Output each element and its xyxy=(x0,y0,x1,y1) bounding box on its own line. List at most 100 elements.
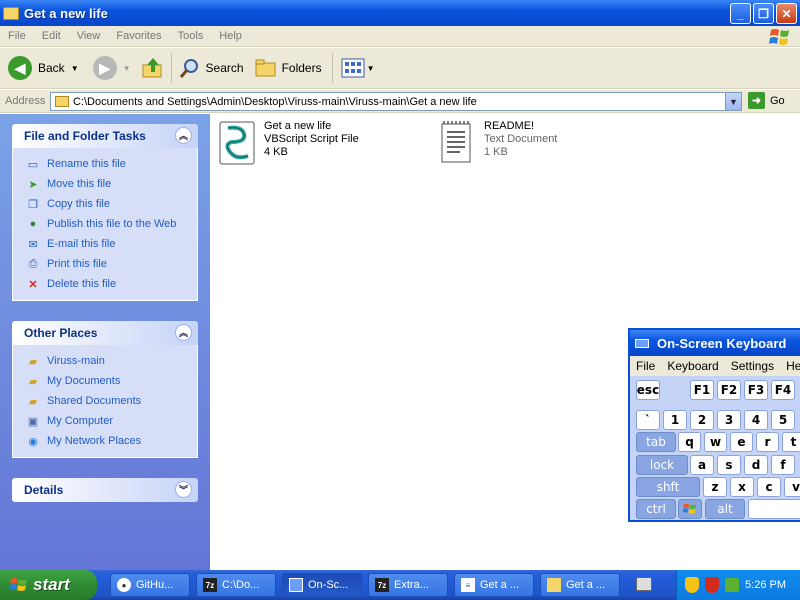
folders-button[interactable]: Folders xyxy=(254,56,322,80)
key-1[interactable]: 1 xyxy=(663,410,687,430)
task-button[interactable]: 7z Extra... xyxy=(368,573,448,597)
maximize-button[interactable]: ❐ xyxy=(753,3,774,24)
place-my-network[interactable]: ◉ My Network Places xyxy=(25,431,197,451)
key-z[interactable]: z xyxy=(703,477,727,497)
task-label: Get a ... xyxy=(480,579,520,591)
key-alt[interactable]: alt xyxy=(705,499,745,519)
file-item[interactable]: README! Text Document 1 KB xyxy=(438,120,557,166)
windows-key-icon[interactable] xyxy=(678,499,702,519)
task-button[interactable]: ≡ Get a ... xyxy=(454,573,534,597)
close-button[interactable]: ✕ xyxy=(776,3,797,24)
forward-button[interactable]: ▶ ▼ xyxy=(92,56,131,80)
start-button[interactable]: start xyxy=(0,570,97,600)
chevron-down-icon[interactable]: ▼ xyxy=(71,64,79,73)
collapse-chevron-icon[interactable]: ︽ xyxy=(175,324,192,341)
expand-chevron-icon[interactable]: ︾ xyxy=(175,481,192,498)
key-f[interactable]: f xyxy=(771,455,795,475)
task-copy[interactable]: ❐ Copy this file xyxy=(25,194,197,214)
file-tasks-header[interactable]: File and Folder Tasks ︽ xyxy=(12,124,198,148)
task-delete[interactable]: ✕ Delete this file xyxy=(25,274,197,294)
key-q[interactable]: q xyxy=(678,432,701,452)
menu-view[interactable]: View xyxy=(69,30,109,42)
task-rename[interactable]: ▭ Rename this file xyxy=(25,154,197,174)
place-my-computer[interactable]: ▣ My Computer xyxy=(25,411,197,431)
key-ctrl[interactable]: ctrl xyxy=(636,499,676,519)
osk-menu-bar: File Keyboard Settings Help xyxy=(630,356,800,376)
address-dropdown-button[interactable]: ▼ xyxy=(725,93,741,110)
place-my-documents[interactable]: ▰ My Documents xyxy=(25,371,197,391)
key-r[interactable]: r xyxy=(756,432,779,452)
key-tab[interactable]: tab xyxy=(636,432,676,452)
key-space[interactable] xyxy=(748,499,800,519)
minimize-button[interactable]: _ xyxy=(730,3,751,24)
document-icon: ≡ xyxy=(461,578,475,592)
key-c[interactable]: c xyxy=(757,477,781,497)
osk-menu-help[interactable]: Help xyxy=(780,359,800,373)
key-lock[interactable]: lock xyxy=(636,455,688,475)
keyboard-tray-icon[interactable] xyxy=(636,577,652,591)
search-button[interactable]: Search xyxy=(178,56,244,80)
go-button[interactable]: ➜ Go xyxy=(748,92,785,109)
key-s[interactable]: s xyxy=(717,455,741,475)
menu-edit[interactable]: Edit xyxy=(34,30,69,42)
osk-title-bar[interactable]: On-Screen Keyboard xyxy=(630,330,800,356)
address-field[interactable]: C:\Documents and Settings\Admin\Desktop\… xyxy=(50,92,742,111)
task-print[interactable]: ⎙ Print this file xyxy=(25,254,197,274)
task-label: Delete this file xyxy=(47,278,117,290)
views-button[interactable]: ▼ xyxy=(341,57,375,79)
7zip-icon: 7z xyxy=(203,578,217,592)
osk-menu-keyboard[interactable]: Keyboard xyxy=(661,359,724,373)
key-a[interactable]: a xyxy=(690,455,714,475)
key-[interactable]: ` xyxy=(636,410,660,430)
file-tasks-list: ▭ Rename this file ➤ Move this file ❐ Copy … xyxy=(12,148,198,301)
osk-menu-file[interactable]: File xyxy=(630,359,661,373)
place-viruss-main[interactable]: ▰ Viruss-main xyxy=(25,351,197,371)
key-t[interactable]: t xyxy=(782,432,800,452)
key-f3[interactable]: F3 xyxy=(744,380,768,400)
windows-flag-icon xyxy=(10,578,27,591)
osk-menu-settings[interactable]: Settings xyxy=(725,359,780,373)
task-button[interactable]: ● GitHu... xyxy=(110,573,190,597)
task-button[interactable]: Get a ... xyxy=(540,573,620,597)
alert-shield-icon[interactable] xyxy=(705,577,719,593)
task-move[interactable]: ➤ Move this file xyxy=(25,174,197,194)
key-3[interactable]: 3 xyxy=(717,410,741,430)
task-button[interactable]: On-Sc... xyxy=(282,573,362,597)
key-x[interactable]: x xyxy=(730,477,754,497)
place-shared-documents[interactable]: ▰ Shared Documents xyxy=(25,391,197,411)
task-label: C:\Do... xyxy=(222,579,260,591)
collapse-chevron-icon[interactable]: ︽ xyxy=(175,127,192,144)
key-5[interactable]: 5 xyxy=(771,410,795,430)
title-bar[interactable]: Get a new life _ ❐ ✕ xyxy=(0,0,800,26)
file-item[interactable]: Get a new life VBScript Script File 4 KB xyxy=(218,120,359,166)
key-shft[interactable]: shft xyxy=(636,477,700,497)
menu-favorites[interactable]: Favorites xyxy=(108,30,169,42)
security-shield-icon[interactable] xyxy=(685,577,699,593)
menu-help[interactable]: Help xyxy=(211,30,250,42)
key-f1[interactable]: F1 xyxy=(690,380,714,400)
key-e[interactable]: e xyxy=(730,432,753,452)
folder-icon: ▰ xyxy=(28,375,38,388)
key-v[interactable]: v xyxy=(784,477,800,497)
task-button[interactable]: 7z C:\Do... xyxy=(196,573,276,597)
key-f4[interactable]: F4 xyxy=(771,380,795,400)
place-label: My Documents xyxy=(47,375,121,387)
key-w[interactable]: w xyxy=(704,432,727,452)
other-places-header[interactable]: Other Places ︽ xyxy=(12,321,198,345)
task-publish[interactable]: ● Publish this file to the Web xyxy=(25,214,197,234)
task-email[interactable]: ✉ E-mail this file xyxy=(25,234,197,254)
back-button[interactable]: ◀ Back ▼ xyxy=(8,56,79,80)
browser-icon: ● xyxy=(117,578,131,592)
menu-tools[interactable]: Tools xyxy=(170,30,212,42)
place-label: My Computer xyxy=(47,415,114,427)
key-esc[interactable]: esc xyxy=(636,380,660,400)
key-2[interactable]: 2 xyxy=(690,410,714,430)
network-status-icon[interactable] xyxy=(725,578,739,592)
chevron-down-icon[interactable]: ▼ xyxy=(123,64,131,73)
menu-file[interactable]: File xyxy=(0,30,34,42)
up-button[interactable] xyxy=(141,56,165,80)
details-header[interactable]: Details ︾ xyxy=(12,478,198,502)
key-4[interactable]: 4 xyxy=(744,410,768,430)
key-d[interactable]: d xyxy=(744,455,768,475)
key-f2[interactable]: F2 xyxy=(717,380,741,400)
